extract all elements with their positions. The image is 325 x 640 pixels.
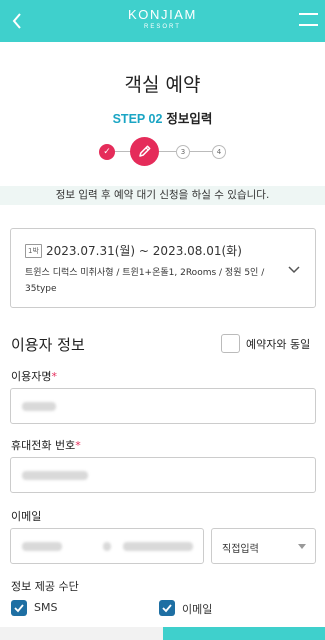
checkmark-icon — [14, 604, 24, 613]
app-header: KONJIAM RESORT — [0, 0, 325, 42]
masked-value — [22, 471, 88, 480]
hamburger-menu-icon — [299, 13, 318, 26]
bottom-secondary-button[interactable] — [0, 627, 163, 640]
phone-label: 휴대전화 번호* — [11, 437, 81, 453]
name-label: 이용자명* — [11, 368, 57, 384]
chevron-down-icon[interactable] — [287, 265, 301, 275]
email-domain-value: 직접입력 — [222, 544, 259, 555]
required-mark: * — [51, 370, 57, 383]
email-domain-select[interactable]: 직접입력 — [211, 528, 316, 564]
sms-label[interactable]: SMS — [34, 601, 57, 614]
progress-stepper: ✓ 3 4 — [96, 137, 228, 167]
phone-label-text: 휴대전화 번호 — [11, 439, 76, 452]
step-3: 3 — [176, 145, 190, 159]
step-label: 정보입력 — [166, 111, 213, 126]
same-as-reserver-checkbox[interactable] — [221, 334, 240, 353]
room-description: 트윈스 디럭스 미취사형 / 트윈1+온돌1, 2Rooms / 정원 5인 /… — [25, 265, 265, 297]
room-description-line: 35type — [25, 284, 57, 294]
masked-value — [103, 542, 111, 551]
room-description-line: 트윈스 디럭스 미취사형 / 트윈1+온돌1, 2Rooms / 정원 5인 / — [25, 268, 265, 278]
name-input[interactable] — [10, 388, 316, 424]
menu-button[interactable] — [299, 13, 318, 29]
email-input[interactable] — [10, 528, 204, 564]
step-number: STEP 02 — [112, 112, 163, 126]
sms-checkbox[interactable] — [11, 600, 27, 616]
step-2-active — [130, 137, 159, 166]
checkmark-icon — [162, 604, 172, 613]
email-method-label[interactable]: 이메일 — [182, 601, 212, 617]
masked-value — [22, 402, 56, 411]
dropdown-arrow-icon — [298, 544, 306, 549]
step-indicator-text: STEP 02 정보입력 — [0, 108, 325, 127]
pencil-icon — [139, 145, 151, 157]
same-as-reserver-label[interactable]: 예약자와 동일 — [246, 336, 310, 352]
reservation-dates: 2023.07.31(월) ~ 2023.08.01(화) — [46, 244, 242, 258]
masked-value — [123, 542, 193, 551]
notice-banner: 정보 입력 후 예약 대기 신청을 하실 수 있습니다. — [0, 186, 325, 205]
info-method-label: 정보 제공 수단 — [11, 580, 79, 593]
masked-value — [22, 542, 62, 551]
email-label: 이메일 — [11, 510, 42, 523]
nights-badge: 1박 — [25, 244, 42, 258]
reservation-summary-card[interactable]: 1박 2023.07.31(월) ~ 2023.08.01(화) 트윈스 디럭스… — [10, 228, 316, 308]
name-label-text: 이용자명 — [11, 370, 52, 383]
step-1-done: ✓ — [99, 144, 115, 160]
page-title: 객실 예약 — [124, 74, 201, 96]
phone-input[interactable] — [10, 457, 316, 493]
required-mark: * — [75, 439, 81, 452]
user-info-section-title: 이용자 정보 — [11, 336, 85, 354]
bottom-primary-button[interactable] — [163, 627, 325, 640]
email-method-checkbox[interactable] — [159, 600, 175, 616]
logo-subtext: RESORT — [144, 24, 181, 30]
step-4: 4 — [212, 145, 226, 159]
logo-text: KONJIAM — [128, 7, 197, 22]
